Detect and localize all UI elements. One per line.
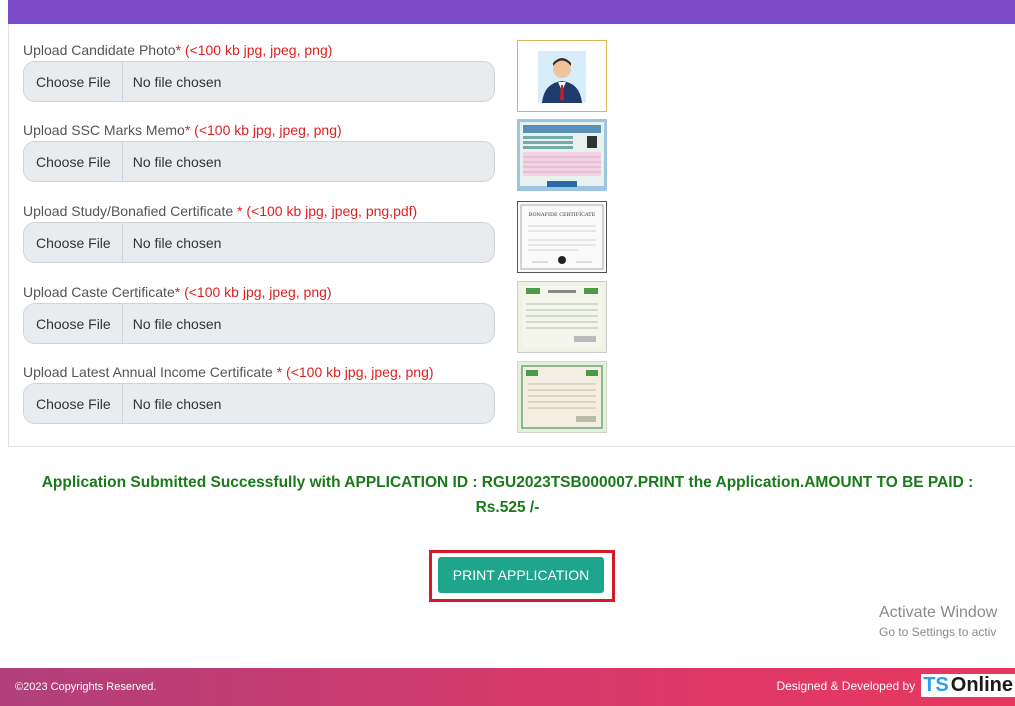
photo-upload-label: Upload Candidate Photo* (<100 kb jpg, jp… — [23, 42, 333, 58]
activate-windows-watermark: Activate Window Go to Settings to activ — [879, 604, 997, 639]
bonafide-file-input[interactable]: Choose File No file chosen — [23, 222, 495, 263]
income-certificate-sample — [517, 361, 607, 433]
caste-certificate-sample — [517, 281, 607, 353]
income-file-input[interactable]: Choose File No file chosen — [23, 383, 495, 424]
copyright-text: ©2023 Copyrights Reserved. — [15, 681, 157, 693]
choose-file-button[interactable]: Choose File — [24, 304, 123, 343]
ssc-memo-sample — [517, 119, 607, 191]
bonafide-title: BONAFIDE CERTIFICATE — [529, 212, 596, 218]
logo-online: Online — [950, 674, 1015, 697]
file-status: No file chosen — [132, 234, 222, 251]
logo-ts: TS — [921, 674, 951, 697]
success-message-line2: Rs.525 /- — [475, 499, 540, 516]
caste-upload-label: Upload Caste Certificate* (<100 kb jpg, … — [23, 284, 332, 300]
file-status: No file chosen — [132, 153, 222, 170]
photo-file-input[interactable]: Choose File No file chosen — [23, 61, 495, 102]
bonafide-upload-label: Upload Study/Bonafied Certificate * (<10… — [23, 203, 418, 219]
success-message: Application Submitted Successfully with … — [0, 470, 1015, 520]
success-message-line1: Application Submitted Successfully with … — [41, 474, 974, 491]
file-status: No file chosen — [132, 315, 222, 332]
choose-file-button[interactable]: Choose File — [24, 223, 123, 262]
header-bar — [8, 0, 1015, 24]
choose-file-button[interactable]: Choose File — [24, 384, 123, 423]
caste-file-input[interactable]: Choose File No file chosen — [23, 303, 495, 344]
ssc-upload-label: Upload SSC Marks Memo* (<100 kb jpg, jpe… — [23, 122, 342, 138]
tsonline-logo[interactable]: TS Online — [921, 674, 1015, 697]
file-status: No file chosen — [132, 73, 222, 90]
ssc-file-input[interactable]: Choose File No file chosen — [23, 141, 495, 182]
bonafide-certificate-sample: BONAFIDE CERTIFICATE — [517, 201, 607, 273]
watermark-line2: Go to Settings to activ — [879, 625, 997, 639]
candidate-photo-sample — [517, 40, 607, 112]
choose-file-button[interactable]: Choose File — [24, 142, 123, 181]
footer: ©2023 Copyrights Reserved. Designed & De… — [0, 668, 1015, 706]
income-upload-label: Upload Latest Annual Income Certificate … — [23, 364, 434, 380]
designed-by-text: Designed & Developed by — [776, 678, 916, 693]
print-application-button[interactable]: PRINT APPLICATION — [438, 557, 604, 593]
watermark-line1: Activate Window — [879, 604, 998, 621]
designed-by: Designed & Developed by TS Online — [776, 674, 1015, 697]
choose-file-button[interactable]: Choose File — [24, 62, 123, 101]
file-status: No file chosen — [132, 395, 222, 412]
